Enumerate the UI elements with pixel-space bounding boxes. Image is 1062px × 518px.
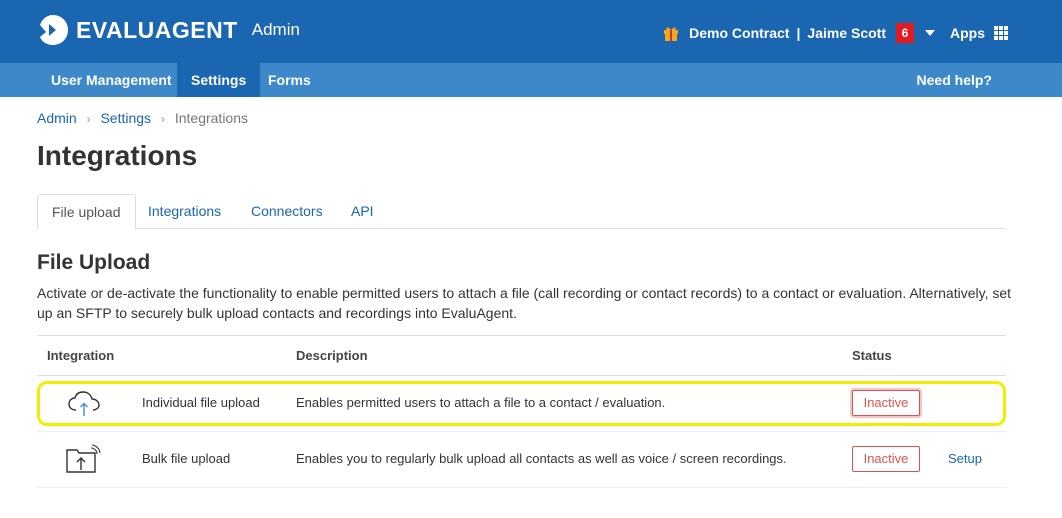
nav-settings[interactable]: Settings [177, 63, 261, 97]
breadcrumb: Admin › Settings › Integrations [37, 110, 248, 126]
column-header-status: Status [852, 348, 892, 363]
brand-name: EVALUAGENT [76, 16, 238, 43]
table-row: Individual file upload Enables permitted… [37, 376, 1006, 432]
evaluagent-logo-icon [40, 15, 68, 45]
breadcrumb-admin[interactable]: Admin [37, 110, 77, 126]
main-nav: User Management Settings Forms Need help… [0, 63, 1062, 97]
status-toggle-button[interactable]: Inactive [852, 446, 920, 472]
breadcrumb-separator: › [86, 112, 91, 126]
tab-api[interactable]: API [351, 194, 374, 229]
chevron-down-icon[interactable] [925, 30, 935, 36]
section-title: File Upload [37, 251, 151, 274]
page-title: Integrations [37, 140, 198, 171]
integration-description: Enables permitted users to attach a file… [296, 395, 666, 410]
header-separator: | [796, 25, 801, 41]
nav-user-management[interactable]: User Management [37, 63, 186, 97]
brand-subtitle: Admin [251, 20, 300, 39]
tab-integrations[interactable]: Integrations [148, 194, 221, 229]
need-help-link[interactable]: Need help? [917, 63, 992, 97]
table-header: Integration Description Status [37, 335, 1006, 376]
nav-forms[interactable]: Forms [254, 63, 325, 97]
table-row: Bulk file upload Enables you to regularl… [37, 432, 1006, 488]
integration-name: Bulk file upload [142, 451, 231, 466]
integration-description: Enables you to regularly bulk upload all… [296, 451, 787, 466]
integrations-table: Integration Description Status Individua… [37, 335, 1006, 488]
apps-grid-icon[interactable] [994, 26, 1008, 40]
notification-badge[interactable]: 6 [896, 23, 914, 43]
integration-name: Individual file upload [142, 395, 260, 410]
user-area: Demo Contract | Jaime Scott 6 Apps [663, 20, 1008, 46]
breadcrumb-separator: › [160, 112, 165, 126]
tab-bar: File upload Integrations Connectors API [37, 194, 1006, 230]
column-header-integration: Integration [47, 348, 115, 363]
tab-file-upload[interactable]: File upload [37, 194, 136, 230]
cloud-upload-icon [68, 391, 100, 416]
status-toggle-button[interactable]: Inactive [852, 390, 920, 416]
brand[interactable]: EVALUAGENT Admin [36, 12, 300, 48]
user-name[interactable]: Jaime Scott [807, 25, 886, 41]
gift-icon[interactable] [663, 25, 679, 41]
apps-link[interactable]: Apps [950, 25, 985, 41]
column-header-description: Description [296, 348, 368, 363]
breadcrumb-settings[interactable]: Settings [100, 110, 151, 126]
setup-link[interactable]: Setup [948, 451, 982, 466]
contract-name[interactable]: Demo Contract [689, 25, 789, 41]
top-header: EVALUAGENT Admin Demo Contract | Jaime S… [0, 0, 1062, 63]
breadcrumb-current: Integrations [174, 110, 249, 126]
tab-connectors[interactable]: Connectors [251, 194, 323, 229]
folder-upload-icon [66, 444, 101, 473]
section-description: Activate or de-activate the functionalit… [37, 285, 1012, 321]
